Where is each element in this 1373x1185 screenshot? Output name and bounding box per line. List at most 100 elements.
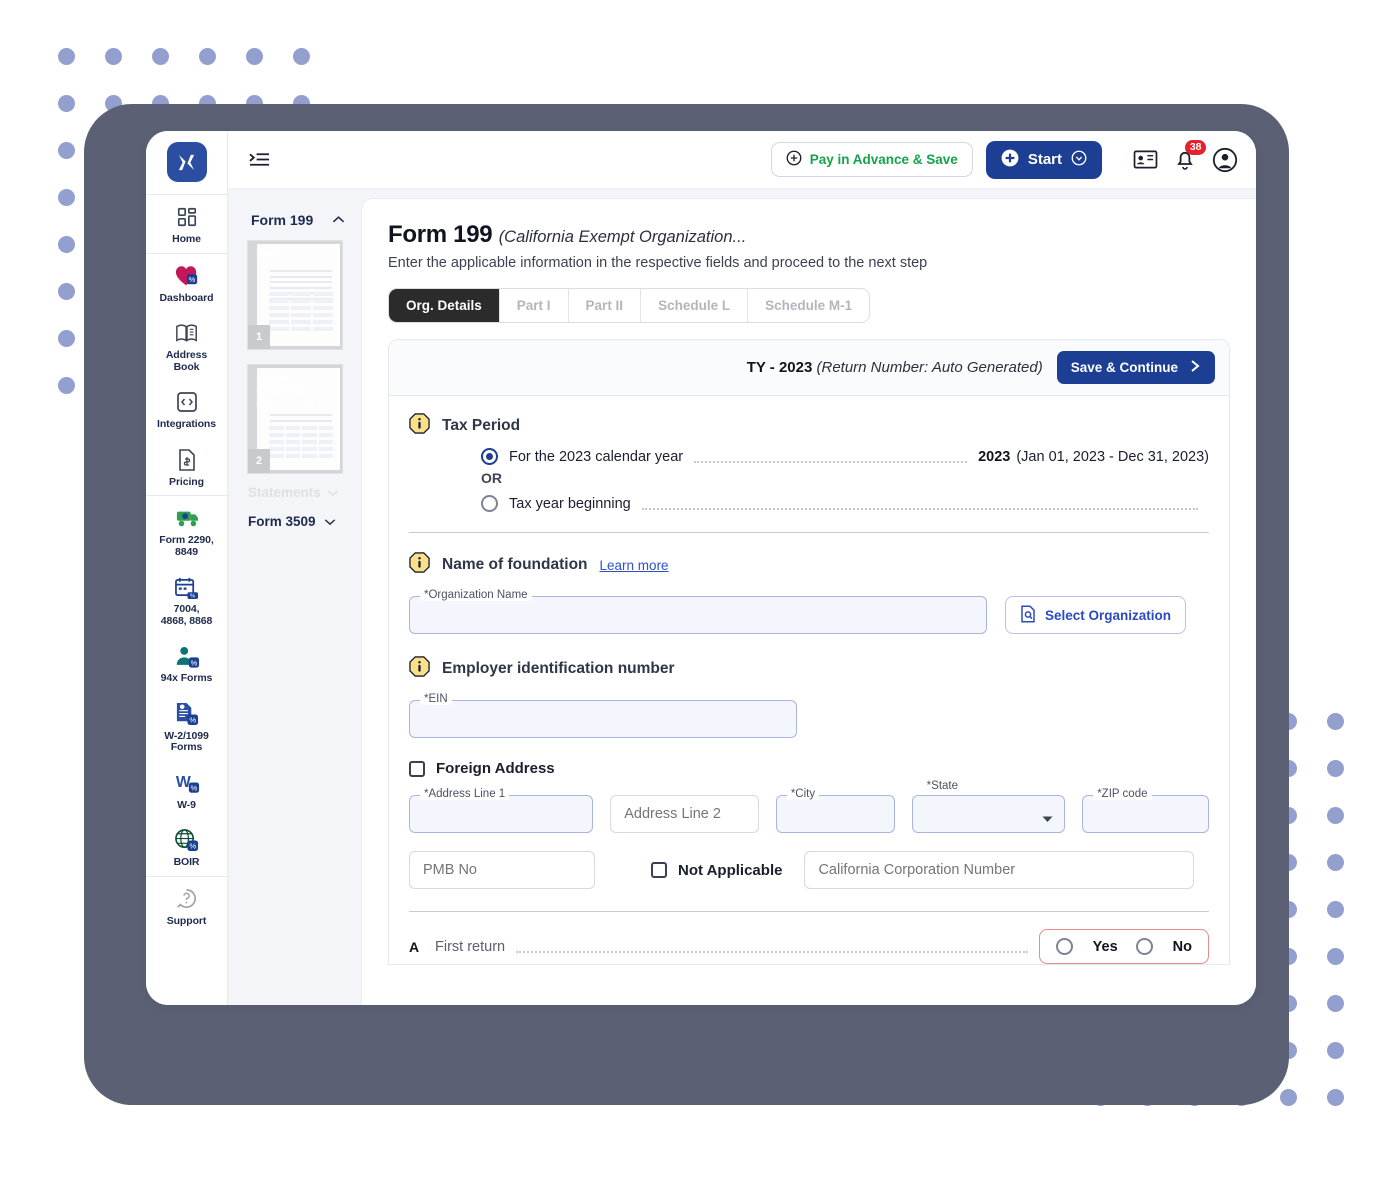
tab-schedule-l[interactable]: Schedule L — [641, 289, 749, 322]
not-applicable-checkbox[interactable] — [651, 862, 667, 878]
radio-yes[interactable] — [1055, 938, 1073, 955]
bell-icon[interactable]: 38 — [1170, 139, 1206, 175]
rail-group-primary: Home — [146, 195, 227, 253]
sidebar-item-label: Dashboard — [159, 291, 214, 304]
decorative-dot — [246, 48, 263, 65]
tax-period-option-fiscal-year[interactable]: Tax year beginning — [481, 495, 1209, 512]
decorative-dot — [1327, 995, 1344, 1012]
tax-period-option-calendar-year[interactable]: For the 2023 calendar year 2023 (Jan 01,… — [481, 448, 1209, 465]
svg-text:%: % — [188, 275, 195, 284]
grid-dashboard-icon — [176, 204, 198, 230]
info-icon[interactable] — [409, 552, 430, 578]
sidebar-item-address-book[interactable]: Address Book — [146, 311, 227, 380]
sidebar-item-label: Home — [172, 233, 201, 245]
thumbnail-label: › Schedule M-1 — [256, 399, 322, 410]
w9-icon: W% — [174, 770, 200, 796]
tab-part-ii[interactable]: Part II — [568, 289, 642, 322]
thumbnail-label: › Part I — [256, 249, 285, 260]
answer-yes[interactable]: Yes — [1055, 938, 1118, 955]
form-3509-group[interactable]: Form 3509 — [248, 514, 357, 529]
form-nav-header[interactable]: Form 199 — [242, 211, 357, 229]
radio-no[interactable] — [1135, 938, 1153, 955]
pay-in-advance-button[interactable]: Pay in Advance & Save — [770, 142, 973, 177]
tab-part-i[interactable]: Part I — [499, 289, 569, 322]
ein-title: Employer identification number — [442, 660, 675, 677]
collapse-sidebar-icon[interactable] — [246, 147, 272, 173]
sidebar-item-label: 94x Forms — [160, 672, 213, 684]
city-input[interactable] — [775, 795, 895, 833]
pmb-no-input[interactable] — [409, 851, 595, 889]
page-thumbnail-2[interactable]: › Part II › Schedule L › Schedule M-1 2 — [248, 365, 342, 473]
thumbnail-label: › Part II — [256, 373, 288, 384]
select-organization-button[interactable]: Select Organization — [1005, 596, 1187, 634]
california-corporation-number-input[interactable] — [804, 851, 1195, 889]
tax-period-range: (Jan 01, 2023 - Dec 31, 2023) — [1016, 448, 1209, 465]
start-button[interactable]: Start — [985, 140, 1102, 179]
sidebar-item-dashboard[interactable]: % Dashboard — [146, 254, 227, 312]
decorative-dot — [1327, 1042, 1344, 1059]
thumbnail-page-number: 2 — [248, 449, 270, 473]
question-a-row: A First return Yes No — [409, 929, 1209, 964]
plus-circle-icon — [786, 150, 802, 169]
ein-field: *EIN — [409, 693, 797, 738]
zip-code-input[interactable] — [1082, 795, 1209, 833]
thumbnail-grid — [269, 426, 333, 458]
tax-year-value: TY - 2023 — [746, 359, 813, 376]
sidebar-item-label: 7004, 4868, 8868 — [160, 603, 213, 627]
sidebar-item-integrations[interactable]: Integrations — [146, 380, 227, 438]
form-tabs: Org. Details Part I Part II Schedule L S… — [388, 288, 871, 323]
caret-down-icon[interactable] — [1042, 810, 1053, 828]
decorative-dot — [58, 48, 75, 65]
sidebar-item-w9[interactable]: W% W-9 — [146, 761, 227, 819]
code-brackets-icon — [176, 389, 198, 415]
answer-no[interactable]: No — [1135, 938, 1192, 955]
organization-name-field: *Organization Name — [409, 589, 987, 634]
sidebar-item-boir[interactable]: % BOIR — [146, 818, 227, 876]
sidebar-item-7004-4868-8868[interactable]: % 7004, 4868, 8868 — [146, 565, 227, 634]
tab-org-details[interactable]: Org. Details — [389, 289, 500, 322]
ein-input[interactable] — [409, 700, 797, 738]
no-label: No — [1172, 938, 1192, 955]
sidebar-item-pricing[interactable]: Pricing — [146, 438, 227, 496]
save-and-continue-button[interactable]: Save & Continue — [1056, 351, 1215, 384]
tax-period-title: Tax Period — [442, 417, 521, 434]
svg-text:%: % — [189, 715, 196, 724]
sidebar-item-form-2290-8849[interactable]: Form 2290, 8849 — [146, 496, 227, 565]
learn-more-link[interactable]: Learn more — [600, 558, 669, 573]
sidebar-item-94x-forms[interactable]: % 94x Forms — [146, 634, 227, 692]
radio-tax-year-beginning[interactable] — [481, 495, 498, 512]
sidebar-item-w2-1099-forms[interactable]: % W-2/1099 Forms — [146, 692, 227, 761]
info-icon[interactable] — [409, 413, 430, 439]
foundation-section-header: Name of foundation Learn more — [409, 552, 1209, 578]
or-separator: OR — [481, 470, 502, 486]
contact-card-icon[interactable] — [1130, 145, 1160, 175]
organization-name-input[interactable] — [409, 596, 987, 634]
statements-group[interactable]: Statements — [248, 485, 357, 500]
question-letter: A — [409, 938, 420, 955]
notification-badge: 38 — [1185, 139, 1206, 155]
address-line-2-input[interactable] — [610, 795, 759, 833]
address-line-2-field — [610, 795, 759, 833]
sidebar-item-support[interactable]: Support — [146, 877, 227, 935]
address-line-1-input[interactable] — [409, 795, 594, 833]
chevron-down-circle-icon[interactable] — [1071, 150, 1087, 170]
page-thumbnail-1[interactable]: › Part I 1 — [248, 241, 342, 349]
radio-calendar-year[interactable] — [481, 448, 498, 465]
not-applicable-row[interactable]: Not Applicable — [651, 862, 782, 879]
tab-schedule-m1[interactable]: Schedule M-1 — [748, 289, 870, 322]
chevron-up-icon[interactable] — [332, 211, 345, 229]
sidebar-item-home[interactable]: Home — [146, 195, 227, 253]
x-logo[interactable] — [166, 142, 207, 182]
user-avatar-icon[interactable] — [1210, 145, 1240, 175]
foreign-address-checkbox[interactable] — [409, 760, 425, 777]
tax-period-year: 2023 — [978, 448, 1011, 465]
sidebar-item-label: W-9 — [177, 798, 196, 811]
info-icon[interactable] — [409, 656, 430, 682]
yes-label: Yes — [1092, 938, 1118, 955]
svg-text:%: % — [189, 842, 196, 851]
foreign-address-row[interactable]: Foreign Address — [409, 760, 1209, 777]
form-content-card: Form 199 (California Exempt Organization… — [361, 198, 1256, 1005]
app-window: Home % Dashboard Address Book Integratio… — [146, 131, 1256, 1005]
rail-group-support: Support — [146, 877, 227, 935]
sidebar-item-label: Address Book — [165, 349, 208, 373]
